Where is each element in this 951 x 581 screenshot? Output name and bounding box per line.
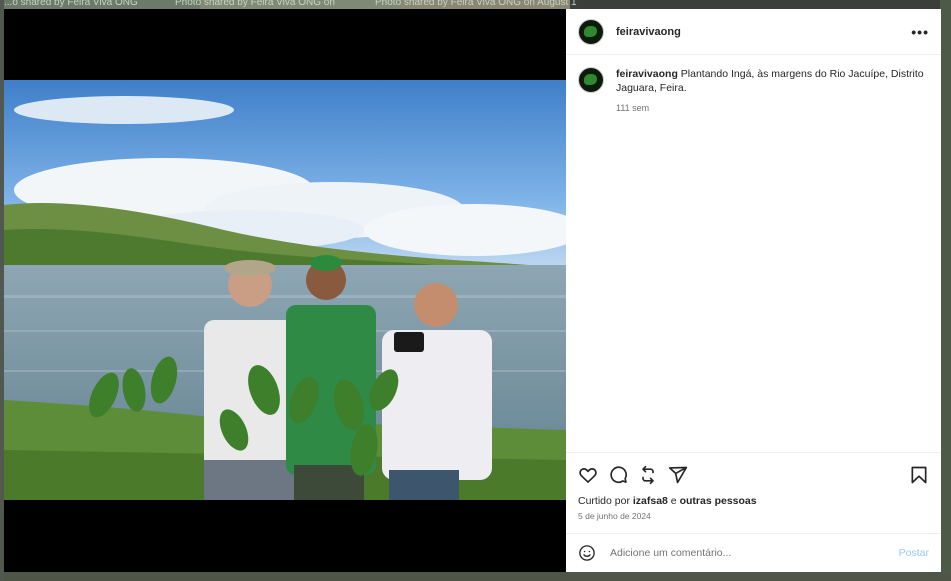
action-bar: [566, 452, 941, 487]
caption-username-link[interactable]: feiravivaong: [616, 68, 678, 80]
post-caption: feiravivaong Plantando Ingá, às margens …: [566, 55, 941, 115]
comment-icon[interactable]: [608, 465, 628, 485]
share-icon[interactable]: [668, 465, 688, 485]
emoji-icon[interactable]: [578, 544, 596, 562]
feed-alt-text: Photo shared by Feira Viva ONG on August…: [375, 0, 577, 8]
likes-conjunction: e: [667, 495, 680, 507]
feed-tile: [940, 0, 951, 581]
more-options-icon[interactable]: •••: [911, 24, 929, 40]
post-comment-button[interactable]: Postar: [899, 547, 929, 559]
likes-others-link[interactable]: outras pessoas: [680, 495, 757, 507]
bookmark-icon[interactable]: [909, 465, 929, 485]
post-sidebar: feiravivaong ••• feiravivaong Plantando …: [566, 9, 941, 572]
feed-tile: [0, 572, 951, 581]
caption-text: feiravivaong Plantando Ingá, às margens …: [616, 67, 929, 115]
feed-alt-text: ...o shared by Feira Viva ONG: [4, 0, 138, 8]
post-date[interactable]: 5 de junho de 2024: [566, 507, 941, 521]
post-header: feiravivaong •••: [566, 9, 941, 55]
post-media[interactable]: [4, 9, 566, 572]
avatar[interactable]: [578, 67, 604, 93]
comments-area: [566, 115, 941, 452]
post-photo: [4, 80, 566, 500]
liker-username-link[interactable]: izafsa8: [633, 495, 668, 507]
likes-summary: Curtido por izafsa8 e outras pessoas: [566, 487, 941, 507]
post-modal: feiravivaong ••• feiravivaong Plantando …: [4, 9, 941, 572]
repost-icon[interactable]: [638, 465, 658, 485]
username-link[interactable]: feiravivaong: [616, 26, 911, 38]
likes-prefix: Curtido por: [578, 495, 633, 507]
comment-input[interactable]: [608, 546, 899, 560]
feed-alt-text: Photo shared by Feira Viva ONG on: [175, 0, 335, 8]
avatar[interactable]: [578, 18, 604, 45]
comment-bar: Postar: [566, 533, 941, 572]
heart-icon[interactable]: [578, 465, 598, 485]
time-ago[interactable]: 111 sem: [616, 101, 929, 115]
